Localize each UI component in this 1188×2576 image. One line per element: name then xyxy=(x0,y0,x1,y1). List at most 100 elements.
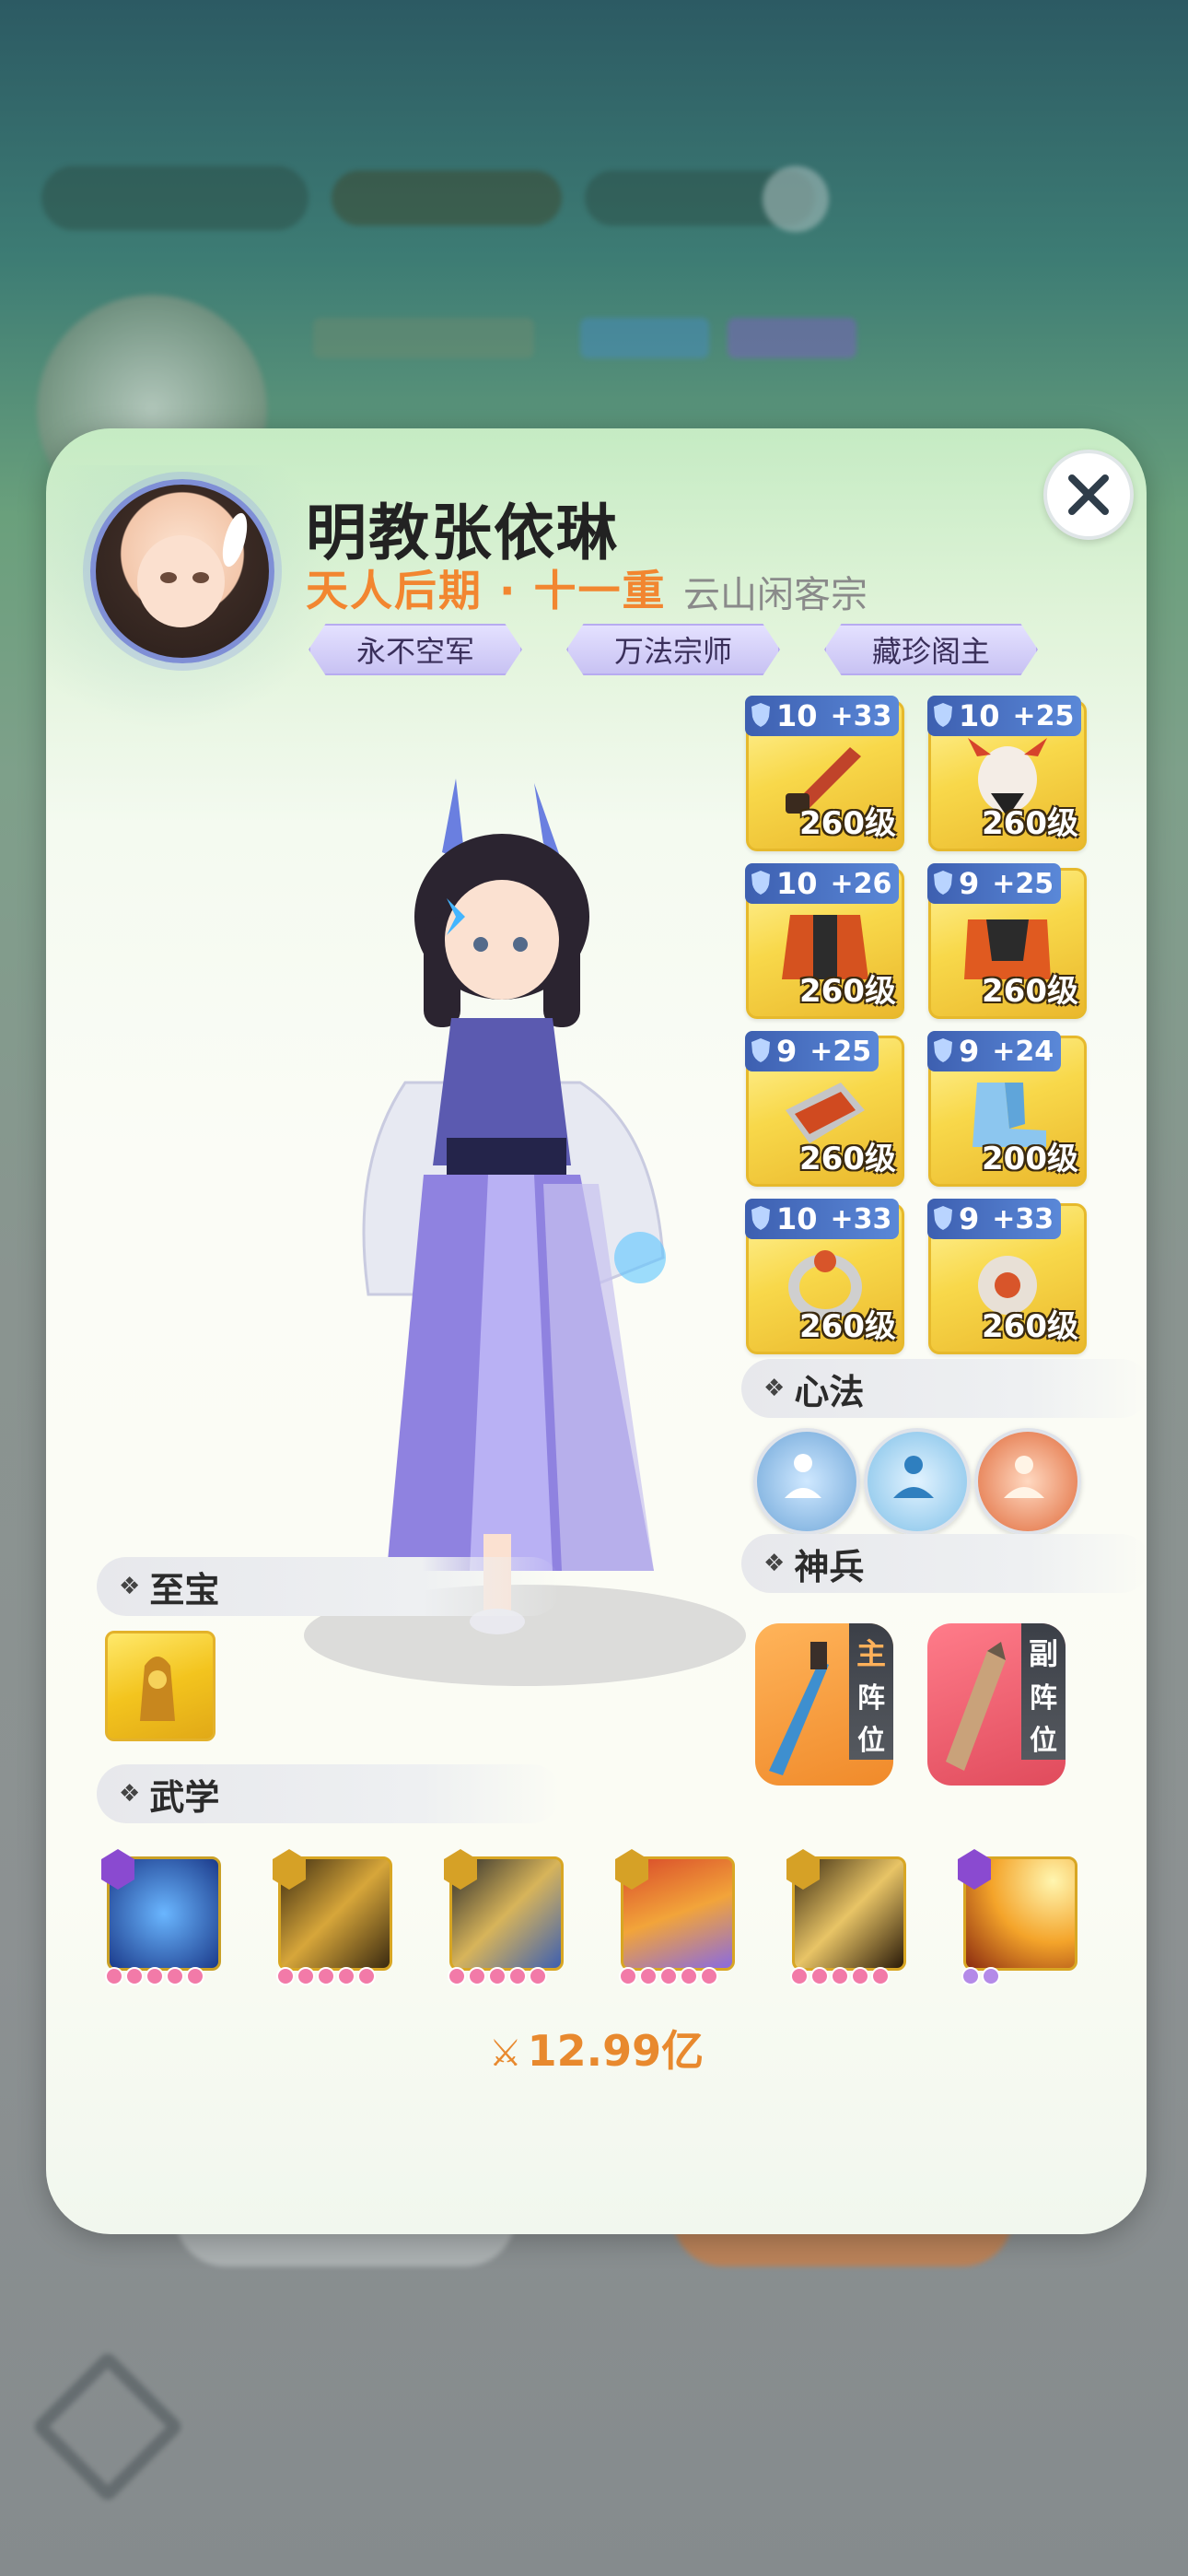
combat-power: ⚔ 12.99亿 xyxy=(46,2018,1147,2078)
shield-icon xyxy=(751,703,770,727)
martial-skill-slot[interactable] xyxy=(786,1849,906,1985)
section-header-divine-weapon: ❖ 神兵 xyxy=(741,1534,1147,1593)
section-title: 武学 xyxy=(149,1776,220,1818)
plus-value: +33 xyxy=(830,699,892,732)
tier-value: 10 xyxy=(776,1201,818,1236)
enhance-tier-badge: 9 +25 xyxy=(745,1031,879,1071)
title-badge[interactable]: 永不空军 xyxy=(309,624,522,675)
star-rating xyxy=(619,1967,718,1985)
title-badge[interactable]: 万法宗师 xyxy=(566,624,780,675)
meditation-icon xyxy=(1004,1456,1044,1498)
crossed-swords-icon: ⚔ xyxy=(488,2032,522,2075)
tier-value: 9 xyxy=(959,1034,980,1069)
tier-value: 9 xyxy=(959,866,980,901)
martial-skill-list xyxy=(101,1849,1077,1985)
section-header-treasure: ❖ 至宝 xyxy=(97,1557,561,1616)
close-icon xyxy=(1068,474,1109,515)
title-list: 永不空军 万法宗师 藏珍阁主 xyxy=(309,624,1038,675)
shield-icon xyxy=(751,871,770,895)
martial-skill-slot[interactable] xyxy=(958,1849,1077,1985)
avatar[interactable] xyxy=(90,479,274,663)
equipment-level: 260级 xyxy=(982,805,1078,842)
martial-skill-slot[interactable] xyxy=(273,1849,392,1985)
shield-icon xyxy=(751,1206,770,1230)
equipment-level: 260级 xyxy=(799,1141,896,1177)
blade-icon xyxy=(769,1642,829,1775)
heart-method-slot[interactable] xyxy=(864,1428,971,1535)
badge-char: 阵 xyxy=(1030,1682,1057,1715)
star-rating xyxy=(448,1967,547,1985)
diamond-bullet-icon: ❖ xyxy=(763,1375,786,1402)
martial-skill-slot[interactable] xyxy=(615,1849,735,1985)
enhance-tier-badge: 10 +26 xyxy=(745,863,900,904)
title-badge[interactable]: 藏珍阁主 xyxy=(824,624,1038,675)
fan-icon xyxy=(946,1642,1006,1771)
tier-value: 10 xyxy=(776,698,818,733)
plus-value: +25 xyxy=(992,867,1054,900)
equipment-slot-leggings[interactable]: 9 +25 260级 xyxy=(927,863,1087,1019)
main-badge: 主 阵 位 xyxy=(849,1623,893,1760)
equipment-level: 260级 xyxy=(799,973,896,1010)
star-rating xyxy=(961,1967,1000,1985)
equipment-level: 260级 xyxy=(799,805,896,842)
shield-icon xyxy=(751,1038,770,1062)
badge-char: 位 xyxy=(857,1725,885,1757)
plus-value: +33 xyxy=(830,1202,892,1235)
tier-value: 10 xyxy=(776,866,818,901)
plus-value: +25 xyxy=(1012,699,1075,732)
meditation-icon xyxy=(785,1454,821,1498)
diamond-bullet-icon: ❖ xyxy=(763,1550,786,1577)
heart-method-slot[interactable] xyxy=(753,1428,860,1535)
section-title: 心法 xyxy=(794,1371,865,1412)
sub-badge: 副 阵 位 xyxy=(1021,1623,1066,1760)
shield-icon xyxy=(934,1038,952,1062)
sect-name: 云山闲客宗 xyxy=(683,574,868,616)
star-rating xyxy=(276,1967,376,1985)
tier-value: 10 xyxy=(959,698,1000,733)
equipment-slot-amulet[interactable]: 9 +33 260级 xyxy=(927,1199,1087,1354)
combat-power-value: 12.99亿 xyxy=(527,2026,705,2076)
section-title: 神兵 xyxy=(794,1546,865,1587)
badge-char: 主 xyxy=(856,1636,886,1671)
section-header-martial: ❖ 武学 xyxy=(97,1764,561,1823)
equipment-slot-boots[interactable]: 9 +24 200级 xyxy=(927,1031,1087,1187)
shield-icon xyxy=(934,703,952,727)
martial-skill-slot[interactable] xyxy=(444,1849,564,1985)
sub-divine-weapon[interactable]: 副 阵 位 xyxy=(927,1623,1066,1786)
star-rating xyxy=(105,1967,204,1985)
badge-char: 阵 xyxy=(857,1682,885,1715)
badge-char: 位 xyxy=(1030,1725,1057,1757)
main-divine-weapon[interactable]: 主 阵 位 xyxy=(755,1623,893,1786)
equipment-level: 260级 xyxy=(982,973,1078,1010)
relic-icon xyxy=(140,1657,175,1721)
enhance-tier-badge: 9 +33 xyxy=(927,1199,1062,1239)
character-info-panel: 明教张依琳 天人后期 · 十一重 云山闲客宗 永不空军 万法宗师 藏珍阁主 10… xyxy=(46,428,1147,2234)
plus-value: +33 xyxy=(992,1202,1054,1235)
cultivation-realm: 天人后期 · 十一重 xyxy=(306,566,667,615)
star-rating xyxy=(790,1967,890,1985)
equipment-slot-helmet[interactable]: 10 +25 260级 xyxy=(927,696,1087,851)
treasure-slot[interactable] xyxy=(105,1631,215,1741)
shield-icon xyxy=(934,871,952,895)
plus-value: +25 xyxy=(809,1035,872,1068)
equipment-slot-weapon[interactable]: 10 +33 260级 xyxy=(745,696,904,851)
diamond-bullet-icon: ❖ xyxy=(119,1573,141,1600)
equipment-level: 260级 xyxy=(799,1308,896,1345)
plus-value: +24 xyxy=(992,1035,1054,1068)
equipment-slot-ring[interactable]: 10 +33 260级 xyxy=(745,1199,904,1354)
close-button[interactable] xyxy=(1043,450,1134,540)
equipment-slot-bracer[interactable]: 9 +25 260级 xyxy=(745,1031,904,1187)
equipment-level: 200级 xyxy=(982,1141,1078,1177)
enhance-tier-badge: 10 +33 xyxy=(745,696,900,736)
tier-value: 9 xyxy=(776,1034,798,1069)
section-header-heart-method: ❖ 心法 xyxy=(741,1359,1147,1418)
enhance-tier-badge: 10 +25 xyxy=(927,696,1082,736)
enhance-tier-badge: 10 +33 xyxy=(745,1199,900,1239)
tier-value: 9 xyxy=(959,1201,980,1236)
martial-skill-slot[interactable] xyxy=(101,1849,221,1985)
equipment-grid: 10 +33 260级 10 +25 260级 10 +26 260级 9 +2… xyxy=(745,696,1087,1354)
heart-method-slot[interactable] xyxy=(974,1428,1081,1535)
section-title: 至宝 xyxy=(149,1569,220,1610)
equipment-slot-armor[interactable]: 10 +26 260级 xyxy=(745,863,904,1019)
plus-value: +26 xyxy=(830,867,892,900)
